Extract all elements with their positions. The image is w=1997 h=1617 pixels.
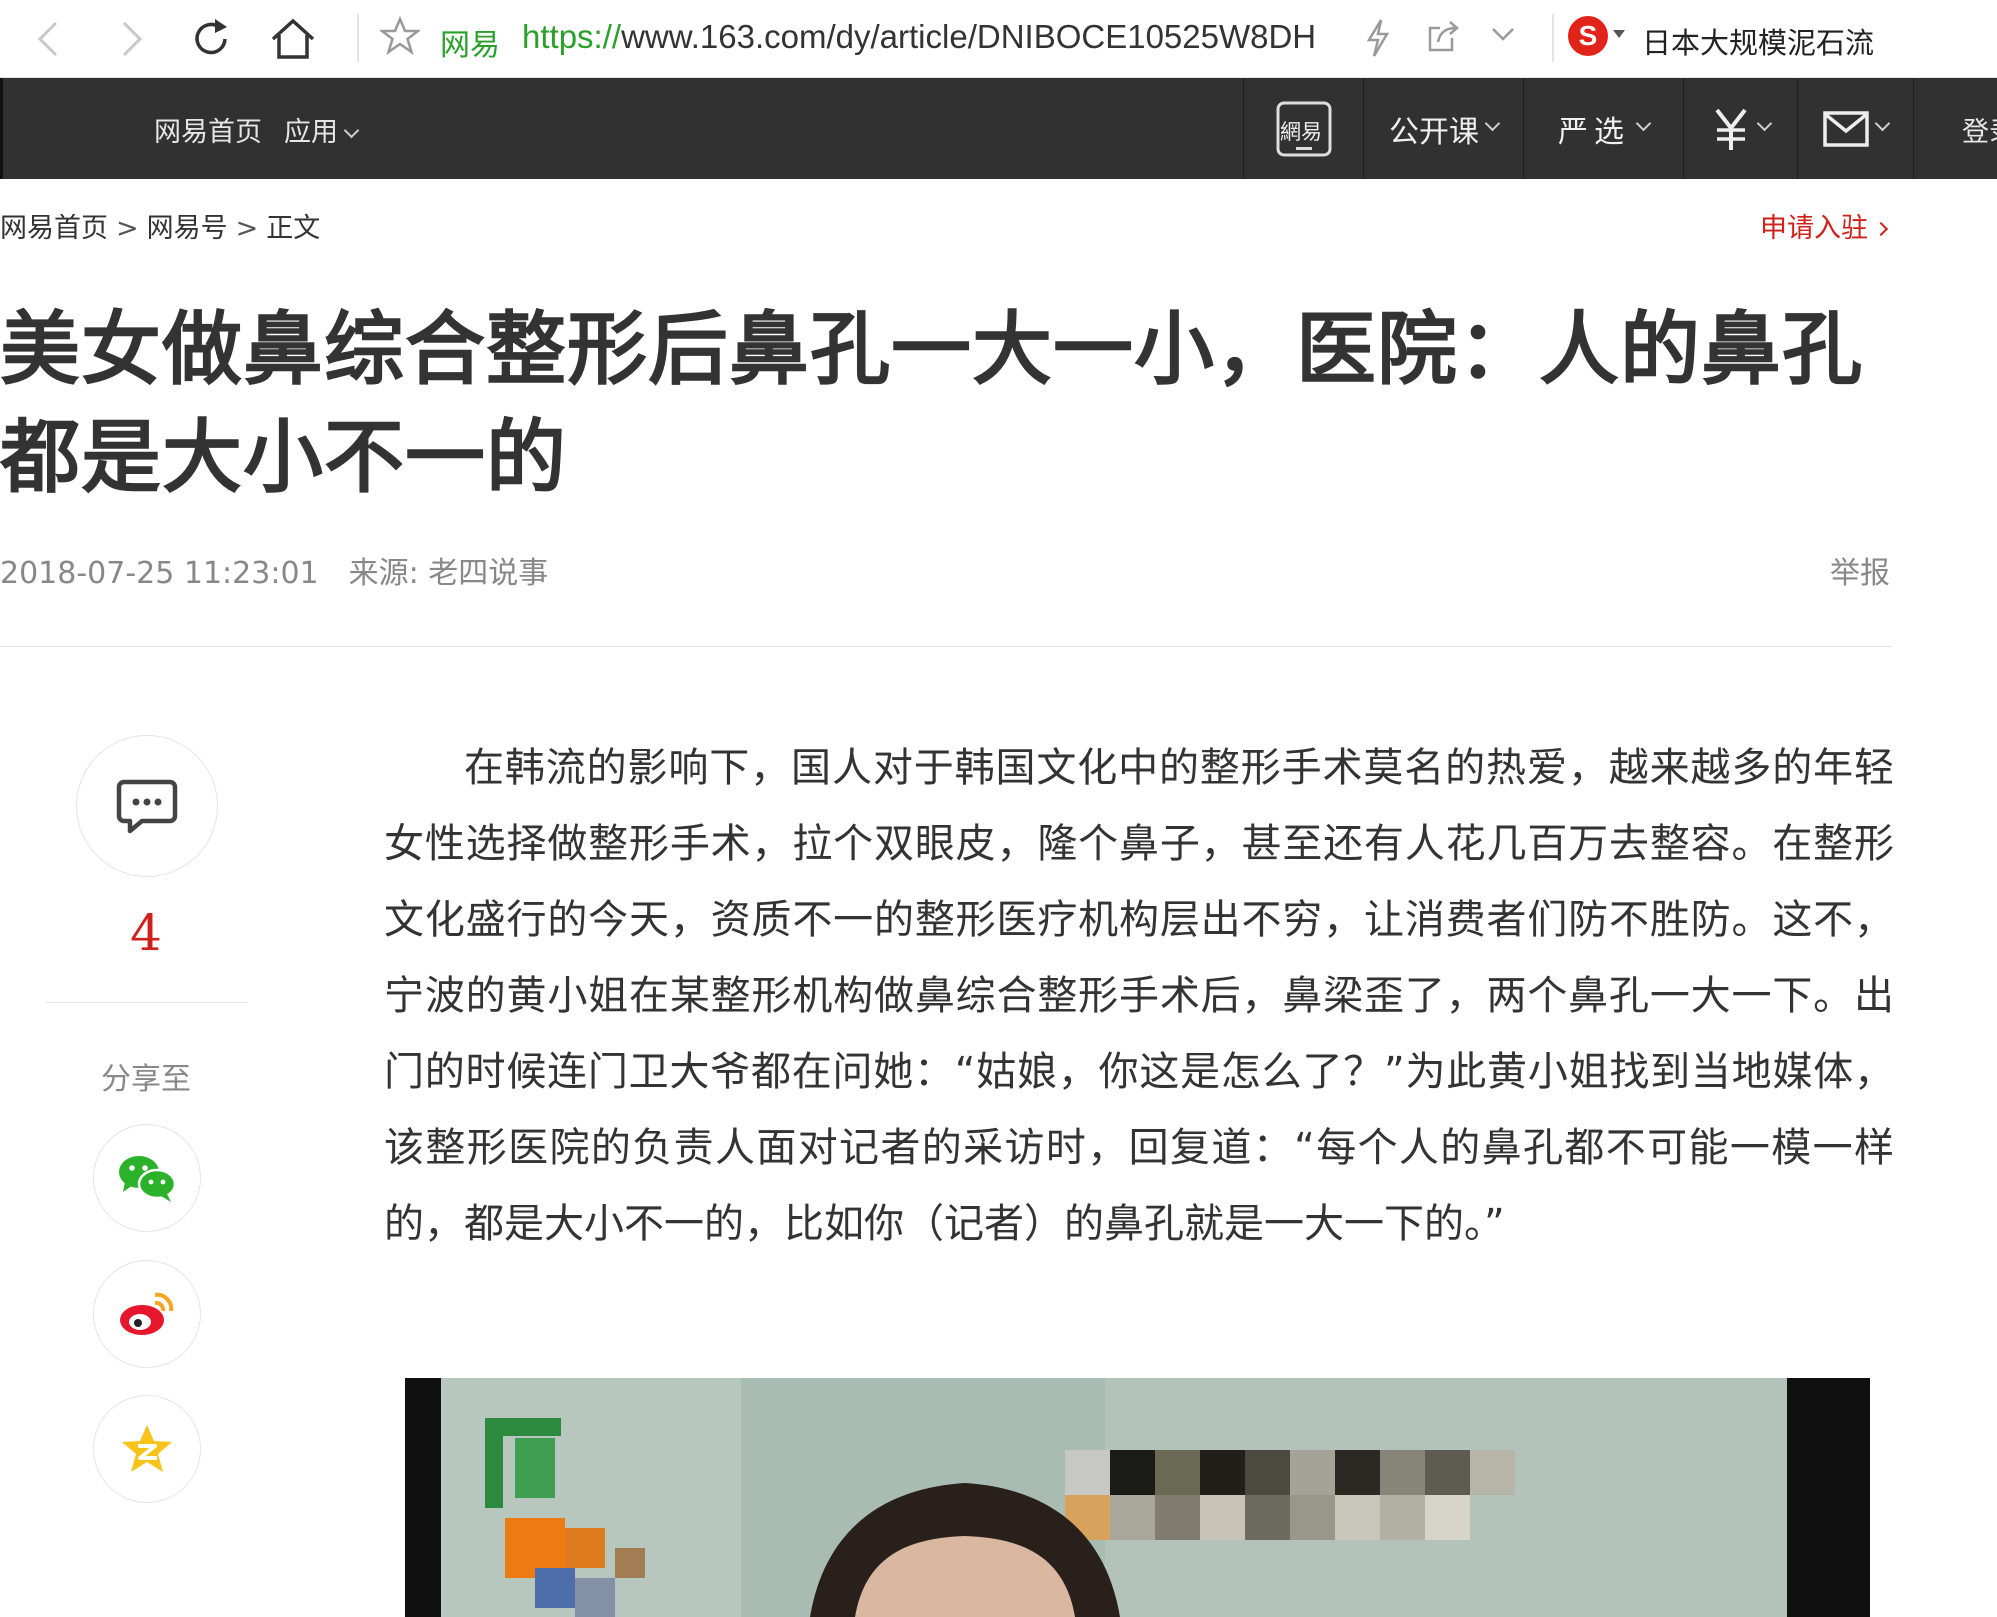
- search-box[interactable]: 日本大规模泥石流: [1642, 20, 1874, 62]
- article-source[interactable]: 来源: 老四说事: [349, 556, 549, 591]
- nav-yanxuan-menu[interactable]: 严选: [1523, 78, 1683, 179]
- address-dropdown-button[interactable]: [1490, 24, 1516, 48]
- address-bar[interactable]: https://www.163.com/dy/article/DNIBOCE10…: [522, 18, 1327, 62]
- search-engine-caret-icon[interactable]: [1613, 30, 1625, 38]
- nav-open-course-menu[interactable]: 公开课: [1363, 78, 1523, 179]
- article-image[interactable]: [405, 1378, 1870, 1617]
- url-path: www.163.com/dy/article/DNIBOCE10525W8DH: [621, 18, 1317, 55]
- article-meta: 2018-07-25 11:23:01 来源: 老四说事: [0, 548, 548, 592]
- chevron-right-icon: [1873, 221, 1889, 237]
- breadcrumb-current: 正文: [266, 213, 321, 244]
- publish-datetime: 2018-07-25 11:23:01: [0, 556, 319, 591]
- home-icon: [271, 18, 315, 59]
- apply-join-link[interactable]: 申请入驻: [1760, 206, 1889, 245]
- nav-edge: [0, 78, 3, 179]
- chevron-down-icon: [1874, 115, 1891, 132]
- nav-separator: [1913, 78, 1914, 179]
- share-wechat-button[interactable]: [93, 1124, 201, 1232]
- breadcrumb-wangyihao[interactable]: 网易号: [147, 213, 228, 244]
- share-icon: [1428, 21, 1459, 52]
- chevron-down-icon: [343, 122, 360, 139]
- article-paragraph: 在韩流的影响下，国人对于韩国文化中的整形手术莫名的热爱，越来越多的年轻女性选择做…: [384, 745, 1894, 1247]
- chevron-down-icon: [1635, 115, 1652, 132]
- report-link[interactable]: 举报: [1830, 548, 1890, 592]
- back-button[interactable]: [24, 14, 74, 64]
- lightning-icon: [1366, 19, 1390, 57]
- star-icon: [378, 15, 422, 56]
- yuan-icon: [1715, 108, 1747, 150]
- nav-login-link[interactable]: 登录: [1962, 110, 1997, 149]
- forward-arrow-icon: [122, 21, 143, 57]
- share-weibo-button[interactable]: [93, 1260, 201, 1368]
- nav-yanxuan-label: 严选: [1558, 114, 1630, 150]
- breadcrumb-separator: >: [235, 213, 259, 244]
- search-engine-logo[interactable]: S: [1568, 16, 1608, 56]
- speed-mode-button[interactable]: [1364, 18, 1392, 62]
- bookmark-button[interactable]: [378, 15, 422, 60]
- share-page-button[interactable]: [1426, 18, 1462, 58]
- comment-count[interactable]: 4: [46, 904, 246, 962]
- nav-payment-menu[interactable]: [1683, 78, 1797, 179]
- toolbar-separator: [1552, 14, 1554, 62]
- nav-mail-menu[interactable]: [1797, 78, 1913, 179]
- nav-home-link[interactable]: 网易首页: [154, 110, 262, 149]
- site-identity-label: 网易: [440, 28, 500, 63]
- home-button[interactable]: [268, 14, 318, 64]
- toolbar-separator: [357, 14, 359, 62]
- nav-mobile-app[interactable]: 網易: [1243, 78, 1363, 179]
- article-title: 美女做鼻综合整形后鼻孔一大一小，医院：人的鼻孔都是大小不一的: [0, 303, 1863, 504]
- chevron-down-icon: [1492, 28, 1514, 41]
- meta-divider: [0, 646, 1893, 647]
- chevron-down-icon: [1484, 115, 1501, 132]
- nav-open-course-label: 公开课: [1389, 114, 1479, 150]
- url-scheme: https://: [522, 18, 622, 55]
- site-top-nav: 网易首页 应用 網易 公开课 严选 登录: [0, 78, 1997, 179]
- browser-toolbar: 网易 https://www.163.com/dy/article/DNIBOC…: [0, 0, 1997, 78]
- nav-apps-label: 应用: [284, 117, 338, 148]
- share-divider: [46, 1002, 248, 1003]
- nav-mobile-label: 網易: [1280, 120, 1322, 144]
- reload-button[interactable]: [186, 14, 236, 64]
- breadcrumb: 网易首页 > 网易号 > 正文: [0, 206, 320, 245]
- back-arrow-icon: [37, 21, 58, 57]
- reload-icon: [195, 19, 227, 55]
- forward-button[interactable]: [106, 14, 156, 64]
- share-label: 分享至: [101, 1062, 191, 1097]
- mail-icon: [1823, 110, 1869, 147]
- comment-button[interactable]: [76, 735, 218, 877]
- article-photo: [405, 1378, 1870, 1617]
- weibo-icon: [120, 1292, 174, 1335]
- comment-icon: [116, 779, 178, 834]
- chevron-down-icon: [1756, 115, 1773, 132]
- nav-apps-menu[interactable]: 应用: [284, 110, 360, 149]
- wechat-icon: [119, 1156, 177, 1202]
- breadcrumb-separator: >: [116, 213, 139, 244]
- apply-join-label: 申请入驻: [1760, 213, 1868, 244]
- qzone-icon: [122, 1425, 172, 1472]
- breadcrumb-home[interactable]: 网易首页: [0, 213, 108, 244]
- share-qzone-button[interactable]: [93, 1395, 201, 1503]
